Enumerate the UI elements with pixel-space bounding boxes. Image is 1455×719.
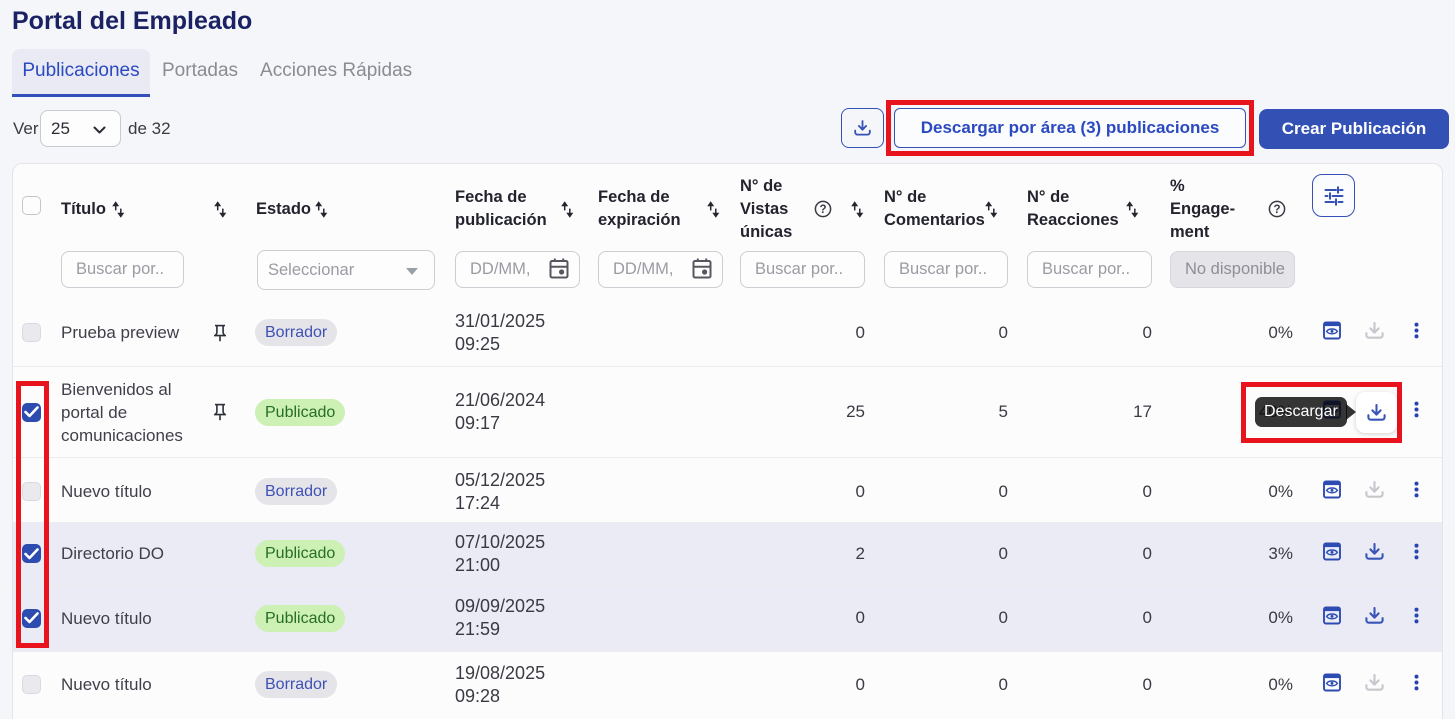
svg-text:?: ? (1274, 204, 1281, 216)
svg-text:?: ? (820, 204, 827, 216)
